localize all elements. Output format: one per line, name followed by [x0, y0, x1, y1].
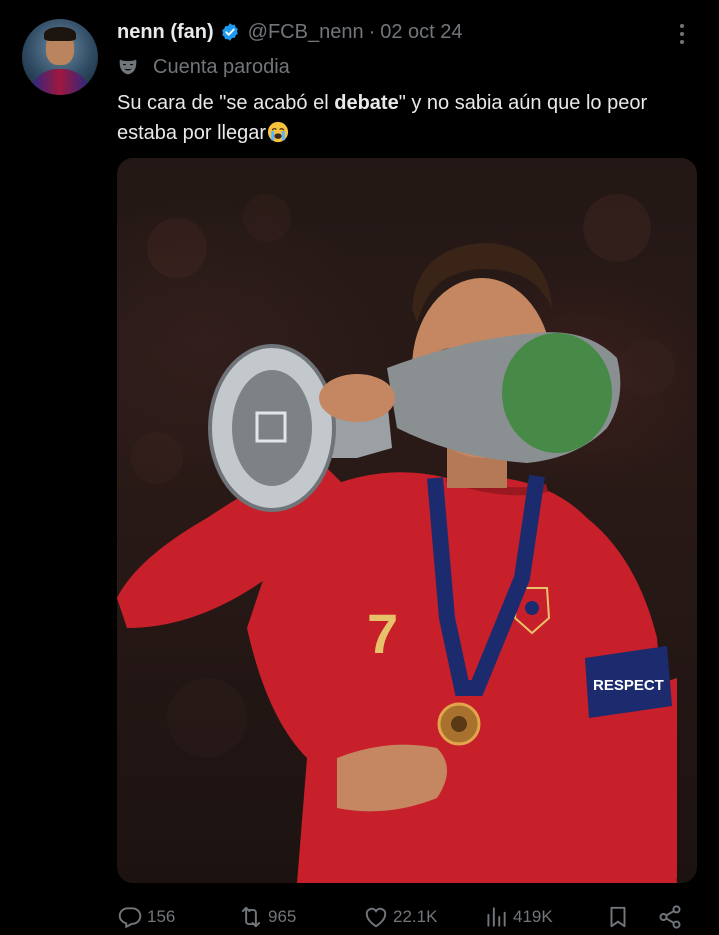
separator-dot: ·: [368, 20, 376, 43]
parody-badge: Cuenta parodia: [117, 54, 290, 80]
left-hand: [319, 374, 395, 422]
player-with-trophy-illustration: RESPECT 7: [117, 194, 677, 883]
share-icon: [659, 905, 681, 929]
tweet-media-photo[interactable]: RESPECT 7: [117, 158, 697, 883]
tweet-text: Su cara de "se acabó el debate" y no sab…: [117, 88, 697, 148]
heart-icon: [365, 907, 387, 928]
bookmark-icon: [610, 906, 626, 928]
views-button[interactable]: 419K: [483, 902, 553, 932]
tweet-action-bar: 156 965 22.1K 419K: [117, 900, 689, 934]
tweet-text-bold: debate: [334, 92, 399, 114]
avatar[interactable]: [22, 19, 98, 95]
crying-face-emoji-icon: [267, 121, 289, 143]
bookmark-button[interactable]: [605, 902, 631, 932]
verified-badge-icon[interactable]: [220, 22, 240, 42]
analytics-bar-icon: [487, 907, 506, 927]
tweet-header: nenn (fan) @FCB_nenn · 02 oct 24: [117, 19, 463, 45]
jersey-number: 7: [367, 602, 398, 665]
parody-mask-icon: [119, 59, 137, 75]
tweet-text-start: Su cara de "se acabó el: [117, 92, 335, 114]
repost-icon: [241, 906, 261, 928]
like-button[interactable]: 22.1K: [363, 902, 437, 932]
parody-label: Cuenta parodia: [153, 55, 290, 78]
avatar-hair: [44, 27, 76, 41]
repost-count: 965: [268, 907, 297, 926]
view-count: 419K: [513, 907, 553, 926]
reply-count: 156: [147, 907, 176, 926]
handle[interactable]: @FCB_nenn: [248, 21, 364, 44]
timestamp[interactable]: 02 oct 24: [380, 21, 462, 44]
display-name[interactable]: nenn (fan): [117, 21, 214, 44]
avatar-shirt: [28, 69, 92, 95]
share-button[interactable]: [657, 902, 683, 932]
like-count: 22.1K: [393, 907, 438, 926]
reply-icon: [118, 907, 142, 929]
reply-button[interactable]: 156: [117, 902, 175, 932]
armband-text: RESPECT: [593, 677, 664, 694]
medal-center: [451, 716, 467, 732]
more-options-icon[interactable]: [672, 22, 692, 46]
repost-button[interactable]: 965: [238, 902, 296, 932]
